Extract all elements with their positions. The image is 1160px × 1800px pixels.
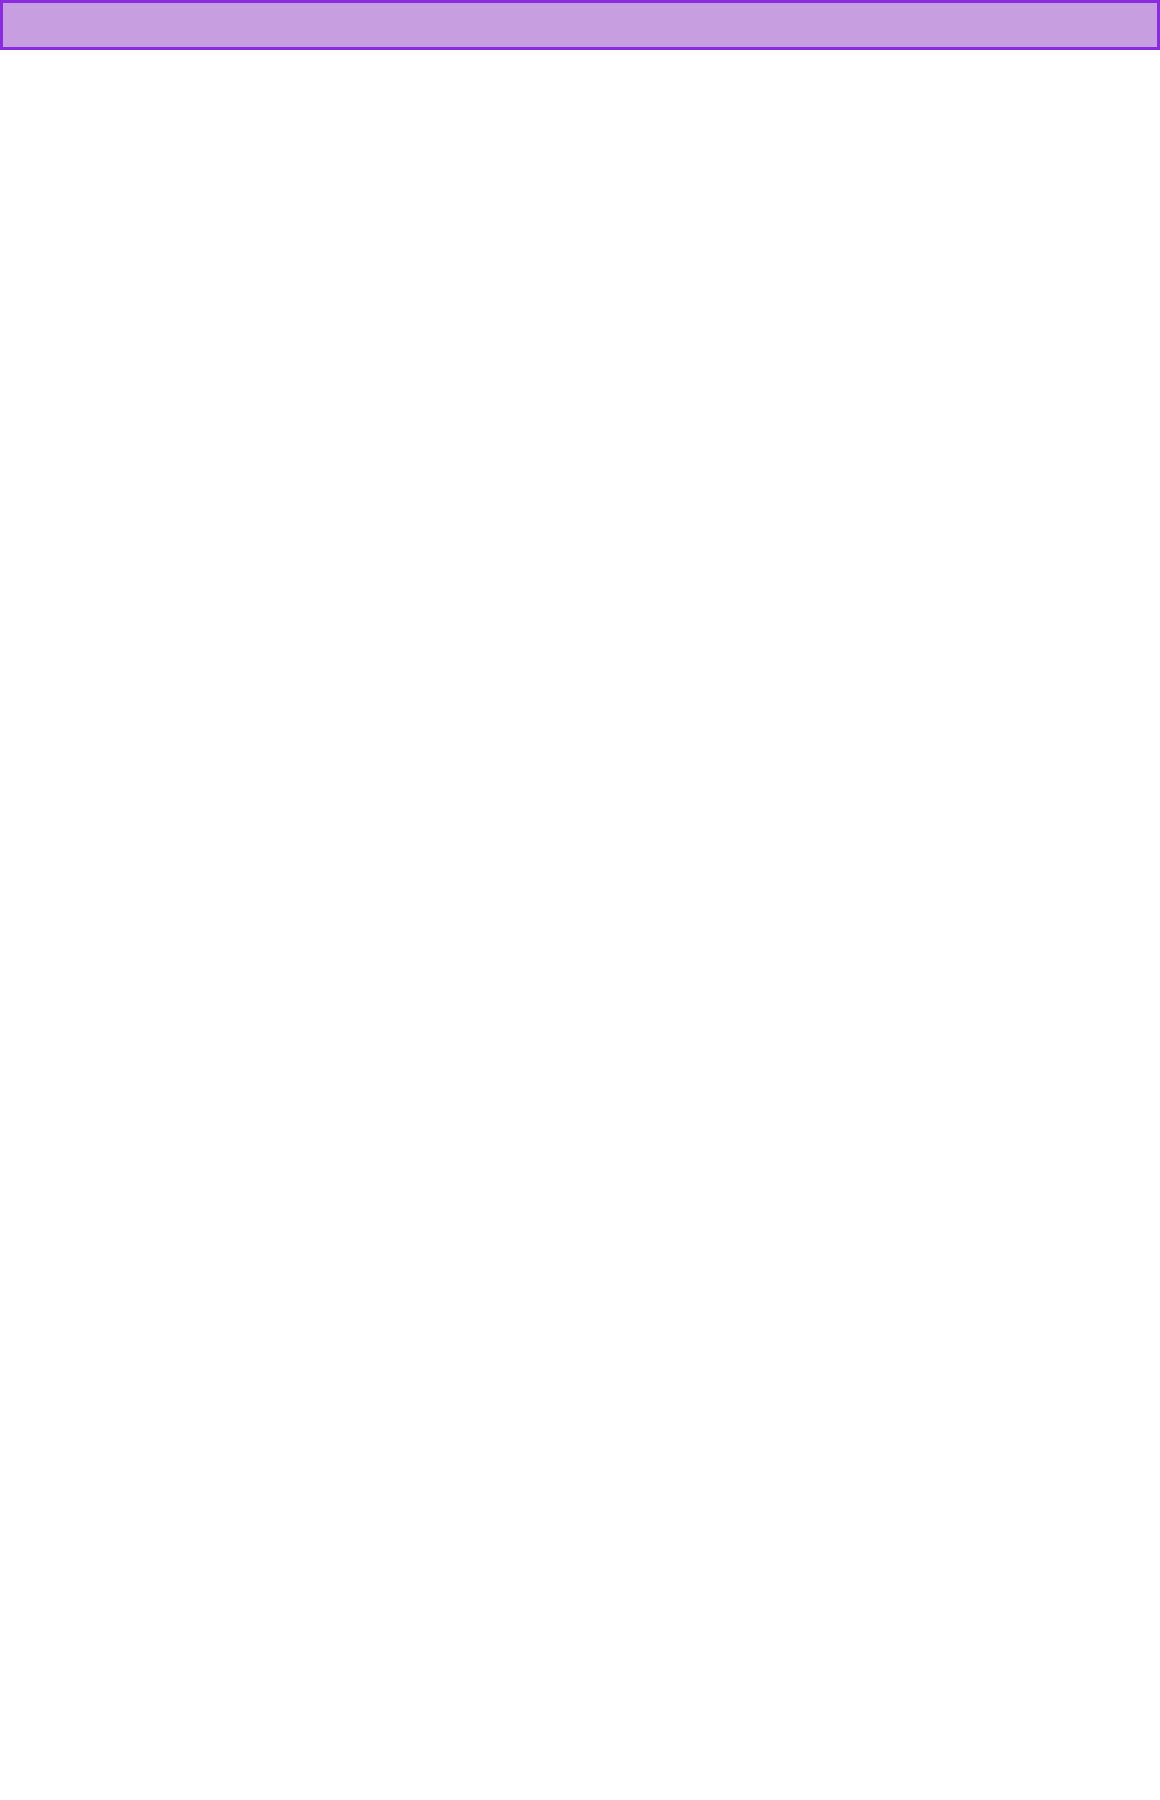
calendar — [0, 0, 1160, 50]
calendar-header — [3, 3, 1157, 47]
